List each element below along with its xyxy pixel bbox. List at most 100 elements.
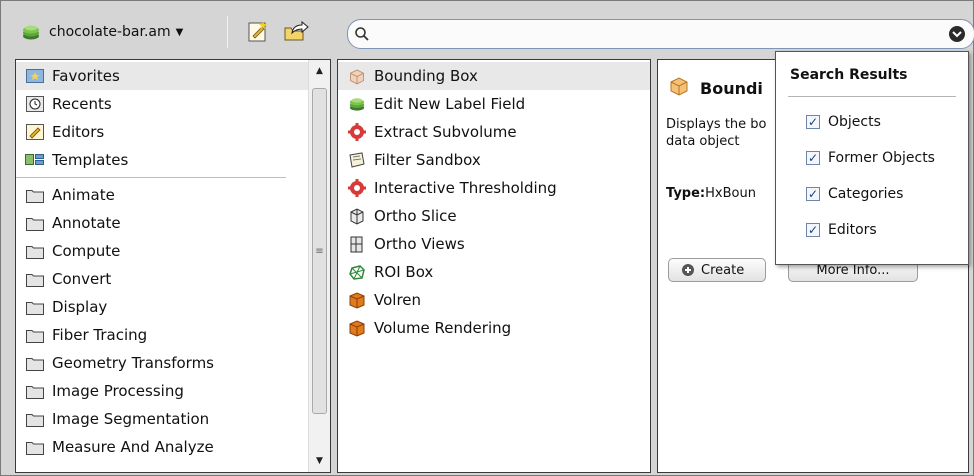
category-folder[interactable]: Measure And Analyze [16, 433, 308, 461]
category-folder[interactable]: Geometry Transforms [16, 349, 308, 377]
module-item[interactable]: Filter Sandbox [338, 146, 650, 174]
folder-icon [24, 186, 46, 204]
folder-icon [24, 326, 46, 344]
search-icon [348, 26, 374, 42]
filter-label: Categories [828, 186, 904, 202]
toolbar: chocolate-bar.am ▼ [9, 11, 974, 53]
module-label: Ortho Views [374, 235, 465, 253]
new-script-icon[interactable] [243, 16, 273, 46]
project-selector[interactable]: chocolate-bar.am ▼ [13, 17, 217, 47]
volume-cube-icon [346, 291, 368, 309]
category-scrollbar[interactable]: ▲ ≡ ▼ [308, 60, 330, 472]
category-folder[interactable]: Display [16, 293, 308, 321]
module-item[interactable]: Extract Subvolume [338, 118, 650, 146]
category-recents[interactable]: Recents [16, 90, 308, 118]
module-item[interactable]: Interactive Thresholding [338, 174, 650, 202]
editors-pencil-icon [24, 123, 46, 141]
recents-clock-icon [24, 95, 46, 113]
chevron-down-icon: ▼ [175, 26, 184, 38]
category-label: Geometry Transforms [52, 354, 214, 372]
search-bar[interactable] [347, 19, 974, 49]
category-label: Favorites [52, 67, 120, 85]
folder-icon [24, 354, 46, 372]
category-folder[interactable]: Image Segmentation [16, 405, 308, 433]
detail-title: Boundi [668, 76, 763, 100]
category-label: Compute [52, 242, 121, 260]
filter-label: Objects [828, 114, 881, 130]
module-item[interactable]: Edit New Label Field [338, 90, 650, 118]
scroll-up-icon[interactable]: ▲ [309, 60, 330, 82]
templates-icon [24, 151, 46, 169]
project-stack-icon [21, 23, 41, 41]
module-label: Volren [374, 291, 422, 309]
module-item[interactable]: Ortho Views [338, 230, 650, 258]
category-folder[interactable]: Annotate [16, 209, 308, 237]
folder-icon [24, 410, 46, 428]
category-templates[interactable]: Templates [16, 146, 308, 174]
ortho-views-icon [346, 235, 368, 253]
module-item[interactable]: Ortho Slice [338, 202, 650, 230]
filter-categories[interactable]: ✓ Categories [806, 184, 903, 204]
filter-objects[interactable]: ✓ Objects [806, 112, 881, 132]
export-icon[interactable] [281, 16, 311, 46]
module-list: Bounding Box Edit New Label Field Extract … [337, 59, 651, 473]
category-folder[interactable]: Animate [16, 181, 308, 209]
category-editors[interactable]: Editors [16, 118, 308, 146]
bounding-box-icon [346, 67, 368, 85]
module-item[interactable]: ROI Box [338, 258, 650, 286]
folder-icon [24, 298, 46, 316]
folder-icon [24, 214, 46, 232]
search-options-icon[interactable] [946, 23, 968, 45]
plus-circle-icon [681, 263, 695, 277]
module-item[interactable]: Volren [338, 286, 650, 314]
sandbox-icon [346, 151, 368, 169]
popup-title: Search Results [790, 67, 908, 83]
scroll-thumb[interactable]: ≡ [312, 88, 327, 414]
category-folder[interactable]: Image Processing [16, 377, 308, 405]
create-button[interactable]: Create [668, 258, 766, 282]
category-label: Measure And Analyze [52, 438, 214, 456]
module-label: Extract Subvolume [374, 123, 517, 141]
category-label: Convert [52, 270, 112, 288]
module-item[interactable]: Volume Rendering [338, 314, 650, 342]
toolbar-divider [227, 16, 228, 48]
checkbox-checked-icon[interactable]: ✓ [806, 115, 820, 129]
detail-title-text: Boundi [700, 78, 763, 98]
category-folder[interactable]: Compute [16, 237, 308, 265]
detail-type: Type:HxBoun [666, 186, 756, 201]
category-favorites[interactable]: Favorites [16, 62, 308, 90]
type-value: HxBoun [705, 186, 756, 201]
gear-red-icon [346, 123, 368, 141]
folder-icon [24, 242, 46, 260]
bounding-box-icon [668, 76, 690, 100]
ortho-slice-icon [346, 207, 368, 225]
category-label: Image Segmentation [52, 410, 210, 428]
filter-editors[interactable]: ✓ Editors [806, 220, 877, 240]
scroll-down-icon[interactable]: ▼ [309, 450, 330, 472]
app-window: chocolate-bar.am ▼ Favorites Recents Edi… [0, 0, 974, 476]
checkbox-checked-icon[interactable]: ✓ [806, 151, 820, 165]
category-label: Fiber Tracing [52, 326, 148, 344]
module-label: Ortho Slice [374, 207, 457, 225]
category-list: Favorites Recents Editors Templates Anim… [15, 59, 331, 473]
module-label: Bounding Box [374, 67, 478, 85]
module-label: Volume Rendering [374, 319, 512, 337]
category-folder[interactable]: Fiber Tracing [16, 321, 308, 349]
favorites-star-icon [24, 67, 46, 85]
checkbox-checked-icon[interactable]: ✓ [806, 223, 820, 237]
project-name: chocolate-bar.am [49, 24, 171, 40]
search-input[interactable] [374, 22, 946, 46]
category-separator [16, 177, 286, 178]
folder-icon [24, 270, 46, 288]
module-label: Filter Sandbox [374, 151, 481, 169]
category-label: Animate [52, 186, 115, 204]
module-label: Interactive Thresholding [374, 179, 557, 197]
filter-former-objects[interactable]: ✓ Former Objects [806, 148, 935, 168]
category-label: Recents [52, 95, 112, 113]
checkbox-checked-icon[interactable]: ✓ [806, 187, 820, 201]
category-label: Templates [52, 151, 129, 169]
search-results-popup: Search Results ✓ Objects ✓ Former Object… [775, 51, 969, 265]
module-item[interactable]: Bounding Box [338, 62, 650, 90]
stack-icon [346, 95, 368, 113]
category-folder[interactable]: Convert [16, 265, 308, 293]
